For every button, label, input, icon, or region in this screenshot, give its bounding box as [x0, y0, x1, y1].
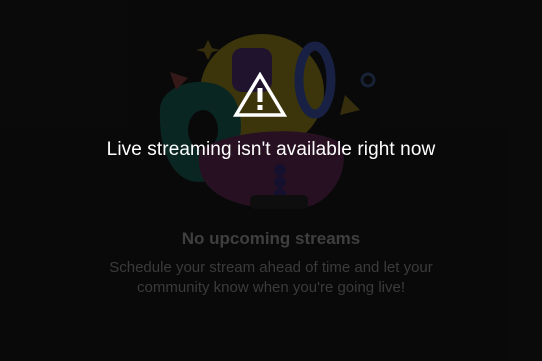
party-illustration — [140, 30, 390, 220]
live-stream-unavailable-panel: Live streaming isn't available right now… — [0, 0, 542, 361]
warning-triangle-icon — [232, 71, 288, 118]
empty-state-description: Schedule your stream ahead of time and l… — [109, 259, 433, 296]
empty-state-title: No upcoming streams — [181, 229, 361, 248]
error-message: Live streaming isn't available right now — [106, 139, 436, 160]
